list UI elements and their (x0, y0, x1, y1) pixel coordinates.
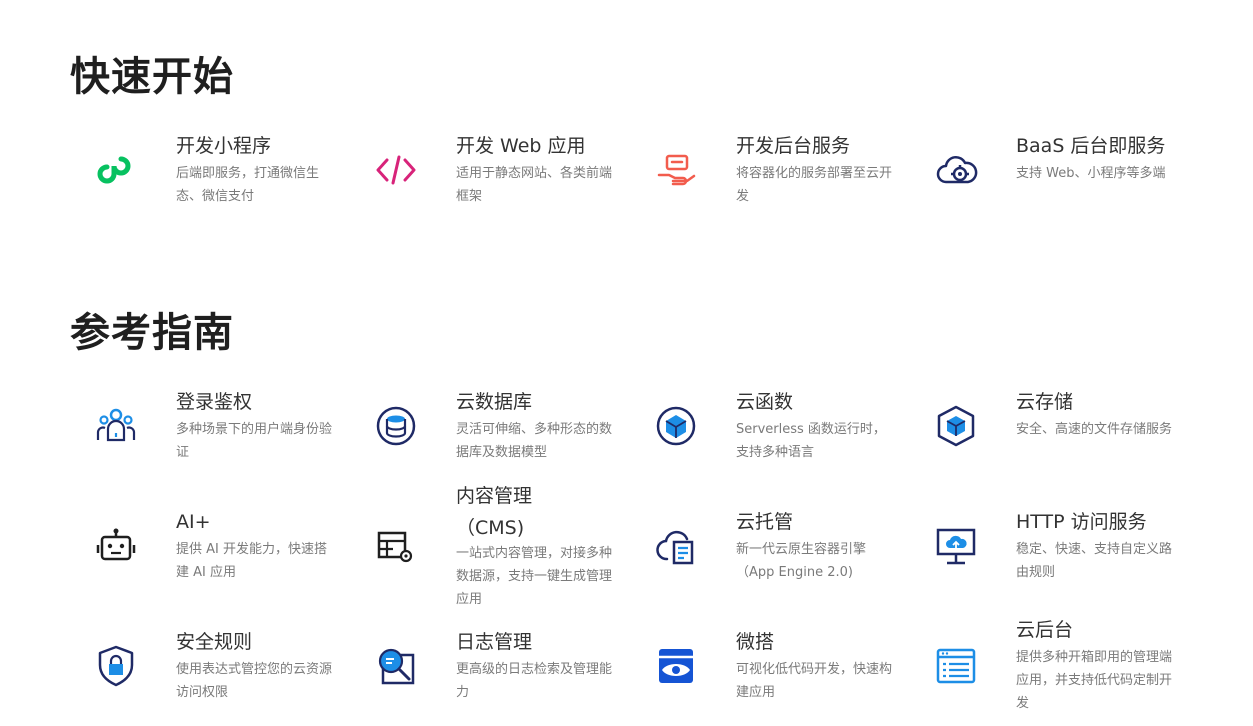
database-icon (370, 400, 422, 452)
card-title: 云函数 (736, 391, 794, 413)
card-cloud-function[interactable]: 云函数 Serverless 函数运行时，支持多种语言 (636, 386, 906, 486)
card-cloud-backend[interactable]: 云后台 提供多种开箱即用的管理端应用，并支持低代码定制开发 (916, 614, 1186, 726)
card-title: 日志管理 (456, 631, 533, 653)
card-desc: 支持 Web、小程序等多端 (1016, 166, 1166, 181)
card-cms[interactable]: 内容管理（CMS) 一站式内容管理，对接多种数据源，支持一键生成管理应用 (356, 480, 626, 607)
card-miniprogram[interactable]: 开发小程序 后端即服务，打通微信生态、微信支付 (76, 130, 346, 230)
miniprogram-icon (90, 144, 142, 196)
function-cube-icon (650, 400, 702, 452)
card-desc: 灵活可伸缩、多种形态的数据库及数据模型 (456, 422, 613, 460)
card-weda[interactable]: 微搭 可视化低代码开发，快速构建应用 (636, 626, 906, 726)
card-title: BaaS 后台即服务 (1016, 135, 1166, 157)
card-security-rules[interactable]: 安全规则 使用表达式管控您的云资源访问权限 (76, 626, 346, 726)
robot-icon (90, 520, 142, 572)
card-desc: 后端即服务，打通微信生态、微信支付 (176, 166, 320, 204)
card-desc: 可视化低代码开发，快速构建应用 (736, 662, 893, 700)
card-title: 微搭 (736, 631, 775, 653)
card-title: AI+ (176, 511, 211, 533)
monitor-cloud-icon (930, 520, 982, 572)
card-desc: 适用于静态网站、各类前端框架 (456, 166, 613, 204)
card-desc: 稳定、快速、支持自定义路由规则 (1016, 542, 1173, 580)
card-desc: Serverless 函数运行时，支持多种语言 (736, 422, 886, 460)
card-title: 云托管 (736, 511, 794, 533)
card-backend-service[interactable]: 开发后台服务 将容器化的服务部署至云开发 (636, 130, 906, 230)
card-database[interactable]: 云数据库 灵活可伸缩、多种形态的数据库及数据模型 (356, 386, 626, 486)
card-title: 内容管理（CMS) (456, 485, 533, 539)
card-title: HTTP 访问服务 (1016, 511, 1147, 533)
card-storage[interactable]: 云存储 安全、高速的文件存储服务 (916, 386, 1186, 486)
table-gear-icon (370, 520, 422, 572)
card-log-management[interactable]: 日志管理 更高级的日志检索及管理能力 (356, 626, 626, 726)
card-title: 开发后台服务 (736, 135, 851, 157)
card-http-service[interactable]: HTTP 访问服务 稳定、快速、支持自定义路由规则 (916, 506, 1186, 606)
browser-list-icon (930, 640, 982, 692)
card-cloud-hosting[interactable]: 云托管 新一代云原生容器引擎（App Engine 2.0) (636, 506, 906, 606)
code-icon (370, 144, 422, 196)
eye-window-icon (650, 640, 702, 692)
card-desc: 安全、高速的文件存储服务 (1016, 422, 1173, 437)
card-title: 安全规则 (176, 631, 253, 653)
card-desc: 一站式内容管理，对接多种数据源，支持一键生成管理应用 (456, 546, 613, 607)
card-desc: 多种场景下的用户端身份验证 (176, 422, 333, 460)
card-auth[interactable]: 登录鉴权 多种场景下的用户端身份验证 (76, 386, 346, 486)
reference-heading: 参考指南 (70, 310, 234, 356)
card-title: 云数据库 (456, 391, 533, 413)
card-desc: 提供 AI 开发能力，快速搭建 AI 应用 (176, 542, 327, 580)
shield-lock-icon (90, 640, 142, 692)
card-web-app[interactable]: 开发 Web 应用 适用于静态网站、各类前端框架 (356, 130, 626, 230)
card-desc: 新一代云原生容器引擎（App Engine 2.0) (736, 542, 867, 580)
users-icon (90, 400, 142, 452)
card-title: 云存储 (1016, 391, 1074, 413)
card-desc: 将容器化的服务部署至云开发 (736, 166, 893, 204)
card-desc: 更高级的日志检索及管理能力 (456, 662, 613, 700)
quick-start-heading: 快速开始 (70, 54, 234, 100)
log-search-icon (370, 640, 422, 692)
card-title: 开发小程序 (176, 135, 272, 157)
card-title: 云后台 (1016, 619, 1074, 641)
card-title: 开发 Web 应用 (456, 135, 586, 157)
card-desc: 使用表达式管控您的云资源访问权限 (176, 662, 333, 700)
card-baas[interactable]: BaaS 后台即服务 支持 Web、小程序等多端 (916, 130, 1186, 230)
storage-box-icon (930, 400, 982, 452)
card-title: 登录鉴权 (176, 391, 253, 413)
card-ai[interactable]: AI+ 提供 AI 开发能力，快速搭建 AI 应用 (76, 506, 346, 606)
cloud-gear-icon (930, 144, 982, 196)
service-hand-icon (650, 144, 702, 196)
cloud-doc-icon (650, 520, 702, 572)
card-desc: 提供多种开箱即用的管理端应用，并支持低代码定制开发 (1016, 650, 1173, 711)
